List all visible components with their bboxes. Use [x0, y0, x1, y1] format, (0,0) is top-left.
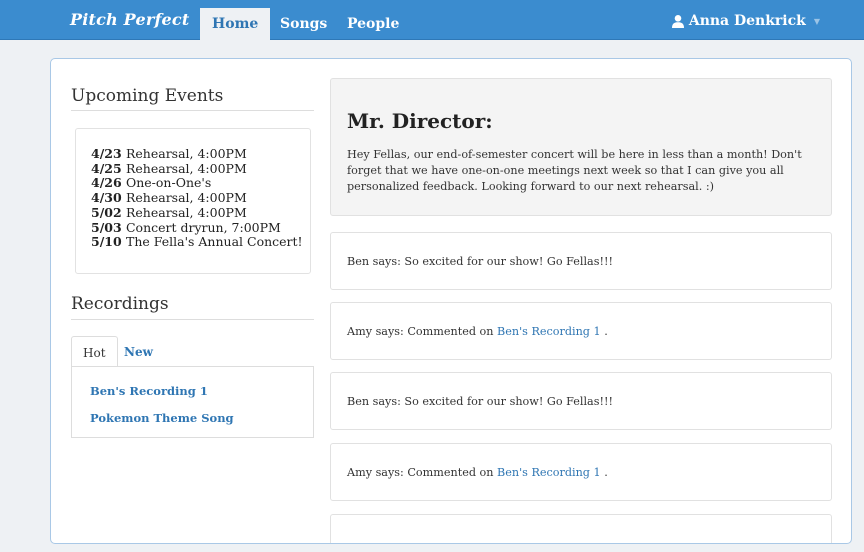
event-date: 4/25 — [91, 160, 122, 176]
upcoming-events-title: Upcoming Events — [71, 86, 224, 106]
user-icon — [671, 15, 684, 28]
post-body: Amy says: Commented on — [347, 325, 498, 338]
feed-post: Amy says: Commented on Ben's Recording 1… — [330, 443, 832, 501]
post-text: Amy says: Commented on Ben's Recording 1… — [347, 325, 608, 338]
event-label: Rehearsal, 4:00PM — [125, 204, 247, 220]
event-item: 4/23 Rehearsal, 4:00PM — [91, 146, 310, 162]
event-date: 4/26 — [91, 175, 122, 191]
user-menu[interactable]: Anna Denkrick ▼ — [671, 13, 820, 29]
event-date: 5/03 — [91, 219, 122, 235]
events-list: 4/23 Rehearsal, 4:00PM 4/25 Rehearsal, 4… — [75, 128, 311, 274]
event-item: 5/03 Concert dryrun, 7:00PM — [91, 219, 310, 236]
event-date: 4/23 — [91, 146, 122, 161]
event-item: 5/10 The Fella's Annual Concert! — [91, 234, 310, 250]
event-label: One-on-One's — [125, 175, 212, 191]
feed-post: Amy says: Commented on Ben's Recording 1… — [330, 302, 832, 360]
chevron-down-icon: ▼ — [813, 16, 820, 26]
post-suffix: . — [600, 466, 608, 479]
event-label: Rehearsal, 4:00PM — [125, 160, 247, 176]
nav-tab-people[interactable]: People — [335, 8, 411, 40]
nav-tab-home[interactable]: Home — [200, 8, 271, 40]
feed-post: Ben says: So excited for our show! Go Fe… — [330, 372, 832, 430]
divider — [71, 319, 314, 320]
event-label: The Fella's Annual Concert! — [125, 234, 303, 250]
top-navbar: Pitch Perfect Home Songs People Anna Den… — [0, 0, 864, 40]
recording-link[interactable]: Ben's Recording 1 — [90, 384, 208, 398]
post-recording-link[interactable]: Ben's Recording 1 — [497, 325, 601, 338]
post-body: Ben says: So excited for our show! Go Fe… — [347, 395, 613, 408]
event-date: 4/30 — [91, 190, 122, 206]
post-text: Ben says: So excited for our show! Go Fe… — [347, 255, 613, 268]
post-text: Ben says: So excited for our show! Go Fe… — [347, 395, 613, 408]
post-body: Amy says: Commented on — [347, 466, 498, 479]
tab-new[interactable]: New — [113, 336, 164, 367]
brand-logo[interactable]: Pitch Perfect — [70, 10, 189, 29]
feed-post — [330, 514, 832, 543]
event-date: 5/02 — [91, 204, 122, 220]
recordings-tabs: Hot New — [71, 336, 314, 367]
feed-post: Ben says: So excited for our show! Go Fe… — [330, 232, 832, 290]
nav-tab-songs[interactable]: Songs — [268, 8, 339, 40]
event-label: Rehearsal, 4:00PM — [125, 146, 247, 161]
recordings-panel: Ben's Recording 1 Pokemon Theme Song — [71, 366, 314, 438]
event-item: 4/26 One-on-One's — [91, 176, 310, 191]
post-suffix: . — [600, 325, 608, 338]
event-label: Concert dryrun, 7:00PM — [125, 219, 281, 235]
post-recording-link[interactable]: Ben's Recording 1 — [497, 466, 601, 479]
divider — [71, 110, 314, 111]
event-item: 4/25 Rehearsal, 4:00PM — [91, 160, 310, 177]
recordings-title: Recordings — [71, 294, 169, 314]
director-message-card: Mr. Director: Hey Fellas, our end-of-sem… — [330, 78, 832, 216]
post-body: Ben says: So excited for our show! Go Fe… — [347, 255, 613, 268]
director-title: Mr. Director: — [347, 109, 493, 133]
main-container: Upcoming Events 4/23 Rehearsal, 4:00PM 4… — [50, 58, 852, 544]
director-message: Hey Fellas, our end-of-semester concert … — [347, 148, 802, 193]
event-item: 4/30 Rehearsal, 4:00PM — [91, 190, 310, 206]
post-text: Amy says: Commented on Ben's Recording 1… — [347, 466, 608, 479]
event-label: Rehearsal, 4:00PM — [125, 190, 247, 206]
tab-hot[interactable]: Hot — [71, 336, 118, 367]
recording-link[interactable]: Pokemon Theme Song — [90, 411, 234, 425]
event-date: 5/10 — [91, 234, 122, 250]
event-item: 5/02 Rehearsal, 4:00PM — [91, 204, 310, 221]
user-name: Anna Denkrick — [688, 13, 806, 29]
